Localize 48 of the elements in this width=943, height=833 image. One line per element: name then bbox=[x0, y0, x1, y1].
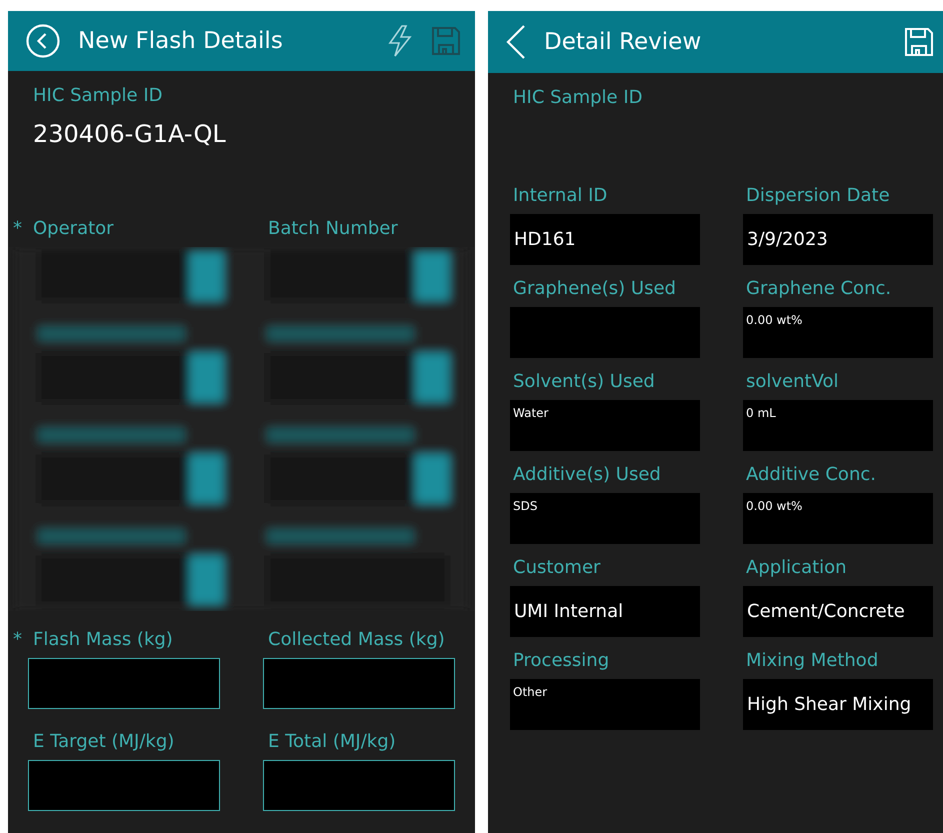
field-value: SDS bbox=[513, 499, 538, 513]
field-value: High Shear Mixing bbox=[747, 694, 912, 715]
input-field[interactable] bbox=[263, 760, 455, 811]
lightning-icon bbox=[387, 25, 413, 58]
field-value: Water bbox=[513, 406, 548, 420]
sample-id-value: 230406-G1A-QL bbox=[33, 120, 227, 148]
field-label: Graphene Conc. bbox=[745, 278, 892, 299]
field-label: Customer bbox=[512, 557, 602, 578]
field-value: UMI Internal bbox=[514, 601, 624, 622]
field-label: Application bbox=[745, 557, 848, 578]
field-label: Processing bbox=[512, 650, 610, 671]
field-label: E Total (MJ/kg) bbox=[268, 731, 396, 752]
input-field[interactable] bbox=[28, 658, 220, 709]
back-button[interactable] bbox=[26, 24, 60, 58]
field-label: Graphene(s) Used bbox=[512, 278, 677, 299]
field-value: Cement/Concrete bbox=[747, 601, 905, 622]
save-icon bbox=[431, 26, 461, 56]
field-label: E Target (MJ/kg) bbox=[33, 731, 174, 752]
screen-title: Detail Review bbox=[544, 29, 702, 55]
field-label: Collected Mass (kg) bbox=[268, 629, 445, 650]
field-label: Solvent(s) Used bbox=[512, 371, 656, 392]
flash-button[interactable] bbox=[387, 25, 413, 58]
field-label: solventVol bbox=[745, 371, 840, 392]
required-asterisk: * bbox=[13, 218, 23, 239]
chevron-left-icon bbox=[506, 25, 526, 59]
field-label: Mixing Method bbox=[745, 650, 880, 671]
input-field[interactable] bbox=[263, 658, 455, 709]
field-label: Batch Number bbox=[268, 218, 398, 239]
field-label: Flash Mass (kg) bbox=[33, 629, 173, 650]
field-label: Internal ID bbox=[512, 185, 608, 206]
field-label: Additive(s) Used bbox=[512, 464, 662, 485]
back-button[interactable] bbox=[506, 25, 526, 59]
field-value: Other bbox=[513, 685, 548, 699]
field-value: 0.00 wt% bbox=[746, 499, 802, 513]
back-icon bbox=[26, 24, 60, 58]
field-label: Dispersion Date bbox=[745, 185, 891, 206]
screen-title: New Flash Details bbox=[78, 28, 284, 54]
field-value: 0.00 wt% bbox=[746, 313, 802, 327]
required-asterisk: * bbox=[13, 629, 23, 650]
field-label: HIC Sample ID bbox=[513, 87, 644, 108]
field-value: HD161 bbox=[514, 229, 576, 250]
input-field[interactable] bbox=[28, 760, 220, 811]
field-label: Operator bbox=[33, 218, 114, 239]
field-value: 3/9/2023 bbox=[747, 229, 828, 250]
field-label: HIC Sample ID bbox=[33, 85, 164, 106]
field-label: Additive Conc. bbox=[745, 464, 877, 485]
field-value: 0 mL bbox=[746, 406, 776, 420]
save-icon bbox=[904, 27, 934, 57]
